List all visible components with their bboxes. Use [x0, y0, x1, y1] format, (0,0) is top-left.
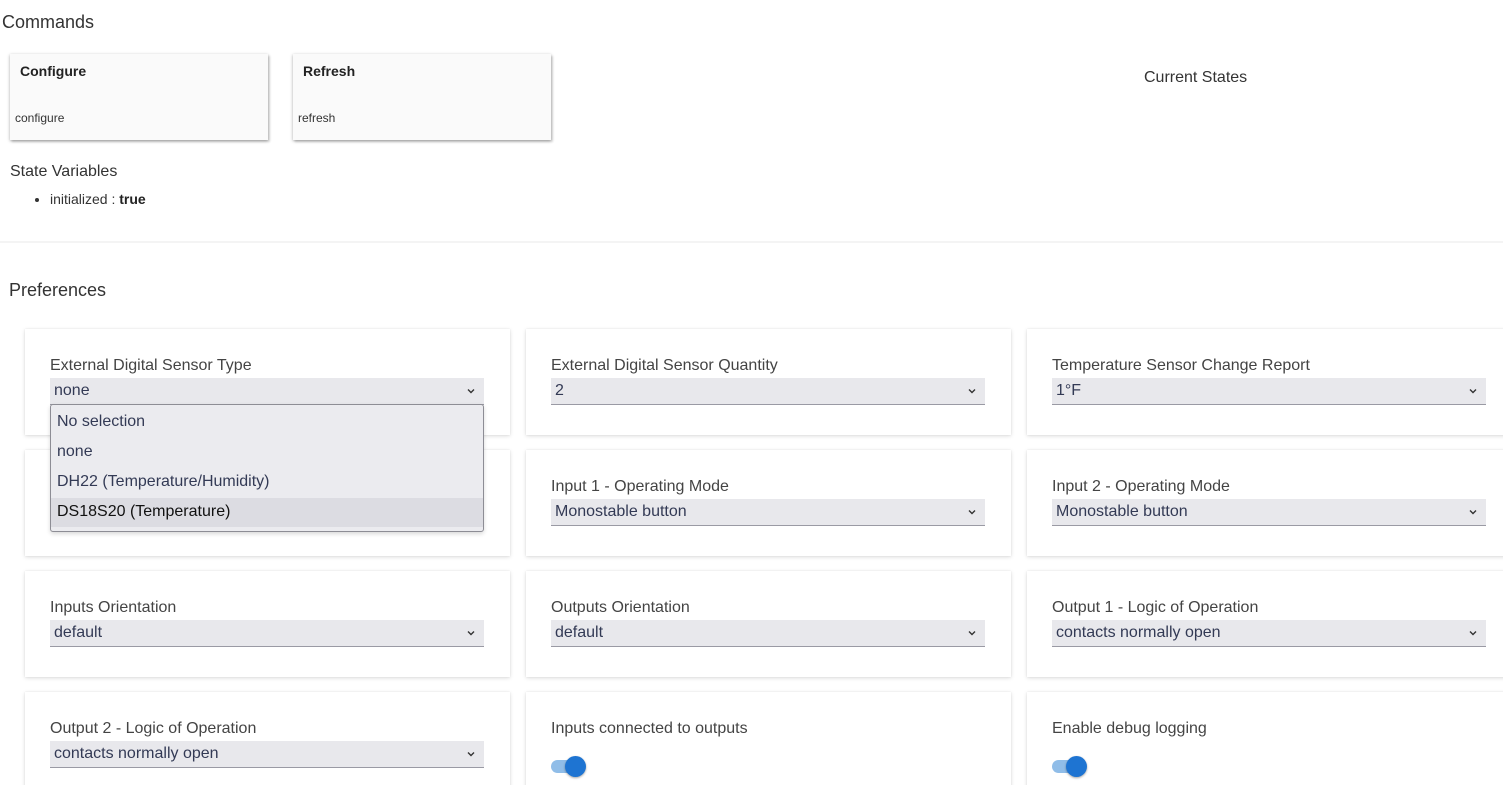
chevron-down-icon — [467, 752, 475, 757]
input1-mode-select[interactable]: Monostable button — [551, 499, 985, 526]
pref-card-output1-logic: Output 1 - Logic of Operation contacts n… — [1027, 571, 1503, 677]
refresh-command-name: refresh — [298, 111, 336, 125]
outputs-orientation-select[interactable]: default — [551, 620, 985, 647]
refresh-command-label: Refresh — [303, 63, 356, 79]
state-variable-key: initialized — [50, 191, 108, 207]
debug-logging-toggle[interactable] — [1052, 754, 1088, 778]
select-value: Monostable button — [555, 503, 687, 520]
dropdown-option-none[interactable]: none — [51, 438, 483, 467]
pref-label: Enable debug logging — [1052, 720, 1207, 737]
select-value: contacts normally open — [1056, 624, 1221, 641]
state-variable-item: initialized : true — [50, 190, 146, 208]
pref-card-inputs-connected: Inputs connected to outputs — [526, 692, 1011, 785]
chevron-down-icon — [1469, 631, 1477, 636]
state-variable-value: true — [119, 191, 146, 207]
chevron-down-icon — [1469, 389, 1477, 394]
pref-card-temperature-change-report: Temperature Sensor Change Report 1°F — [1027, 329, 1503, 435]
configure-command-name: configure — [15, 111, 65, 125]
inputs-connected-toggle[interactable] — [551, 754, 587, 778]
external-sensor-quantity-select[interactable]: 2 — [551, 378, 985, 405]
state-variables-heading: State Variables — [10, 163, 118, 180]
pref-label: Output 1 - Logic of Operation — [1052, 599, 1259, 616]
refresh-command-button[interactable]: Refresh refresh — [293, 54, 551, 140]
select-value: none — [54, 382, 90, 399]
select-value: default — [555, 624, 604, 641]
section-divider — [0, 241, 1503, 243]
toggle-knob — [565, 756, 586, 777]
select-value: Monostable button — [1056, 503, 1188, 520]
pref-label: Input 2 - Operating Mode — [1052, 478, 1230, 495]
pref-label: Outputs Orientation — [551, 599, 690, 616]
pref-label: Input 1 - Operating Mode — [551, 478, 729, 495]
external-sensor-type-select[interactable]: none — [50, 378, 484, 405]
select-value: 1°F — [1056, 382, 1082, 399]
pref-card-outputs-orientation: Outputs Orientation default — [526, 571, 1011, 677]
pref-label: Inputs Orientation — [50, 599, 177, 616]
preferences-heading: Preferences — [9, 280, 107, 300]
pref-card-inputs-orientation: Inputs Orientation default — [25, 571, 510, 677]
select-value: default — [54, 624, 103, 641]
chevron-down-icon — [467, 389, 475, 394]
pref-label: Inputs connected to outputs — [551, 720, 748, 737]
pref-card-input2-mode: Input 2 - Operating Mode Monostable butt… — [1027, 450, 1503, 556]
pref-card-output2-logic: Output 2 - Logic of Operation contacts n… — [25, 692, 510, 785]
sensor-type-dropdown-list: No selection none DH22 (Temperature/Humi… — [50, 404, 484, 532]
state-variables-list: initialized : true — [30, 190, 146, 208]
state-variable-separator: : — [107, 191, 120, 207]
pref-label: Temperature Sensor Change Report — [1052, 357, 1310, 374]
dropdown-option-ds18s20[interactable]: DS18S20 (Temperature) — [51, 498, 483, 527]
pref-label: External Digital Sensor Type — [50, 357, 252, 374]
chevron-down-icon — [968, 631, 976, 636]
output2-logic-select[interactable]: contacts normally open — [50, 741, 484, 768]
chevron-down-icon — [1469, 510, 1477, 515]
pref-card-external-sensor-quantity: External Digital Sensor Quantity 2 — [526, 329, 1011, 435]
dropdown-option-no-selection[interactable]: No selection — [51, 408, 483, 437]
pref-card-debug-logging: Enable debug logging — [1027, 692, 1503, 785]
pref-label: Output 2 - Logic of Operation — [50, 720, 257, 737]
toggle-knob — [1066, 756, 1087, 777]
input2-mode-select[interactable]: Monostable button — [1052, 499, 1486, 526]
select-value: contacts normally open — [54, 745, 219, 762]
commands-heading: Commands — [2, 12, 95, 32]
chevron-down-icon — [467, 631, 475, 636]
dropdown-option-dh22[interactable]: DH22 (Temperature/Humidity) — [51, 468, 483, 497]
inputs-orientation-select[interactable]: default — [50, 620, 484, 647]
temperature-change-report-select[interactable]: 1°F — [1052, 378, 1486, 405]
chevron-down-icon — [968, 389, 976, 394]
current-states-heading: Current States — [1144, 69, 1248, 86]
device-page: Commands Configure configure Refresh ref… — [0, 0, 1503, 785]
pref-label: External Digital Sensor Quantity — [551, 357, 778, 374]
configure-command-button[interactable]: Configure configure — [10, 54, 268, 140]
output1-logic-select[interactable]: contacts normally open — [1052, 620, 1486, 647]
configure-command-label: Configure — [20, 63, 87, 79]
pref-card-input1-mode: Input 1 - Operating Mode Monostable butt… — [526, 450, 1011, 556]
select-value: 2 — [555, 382, 564, 399]
chevron-down-icon — [968, 510, 976, 515]
